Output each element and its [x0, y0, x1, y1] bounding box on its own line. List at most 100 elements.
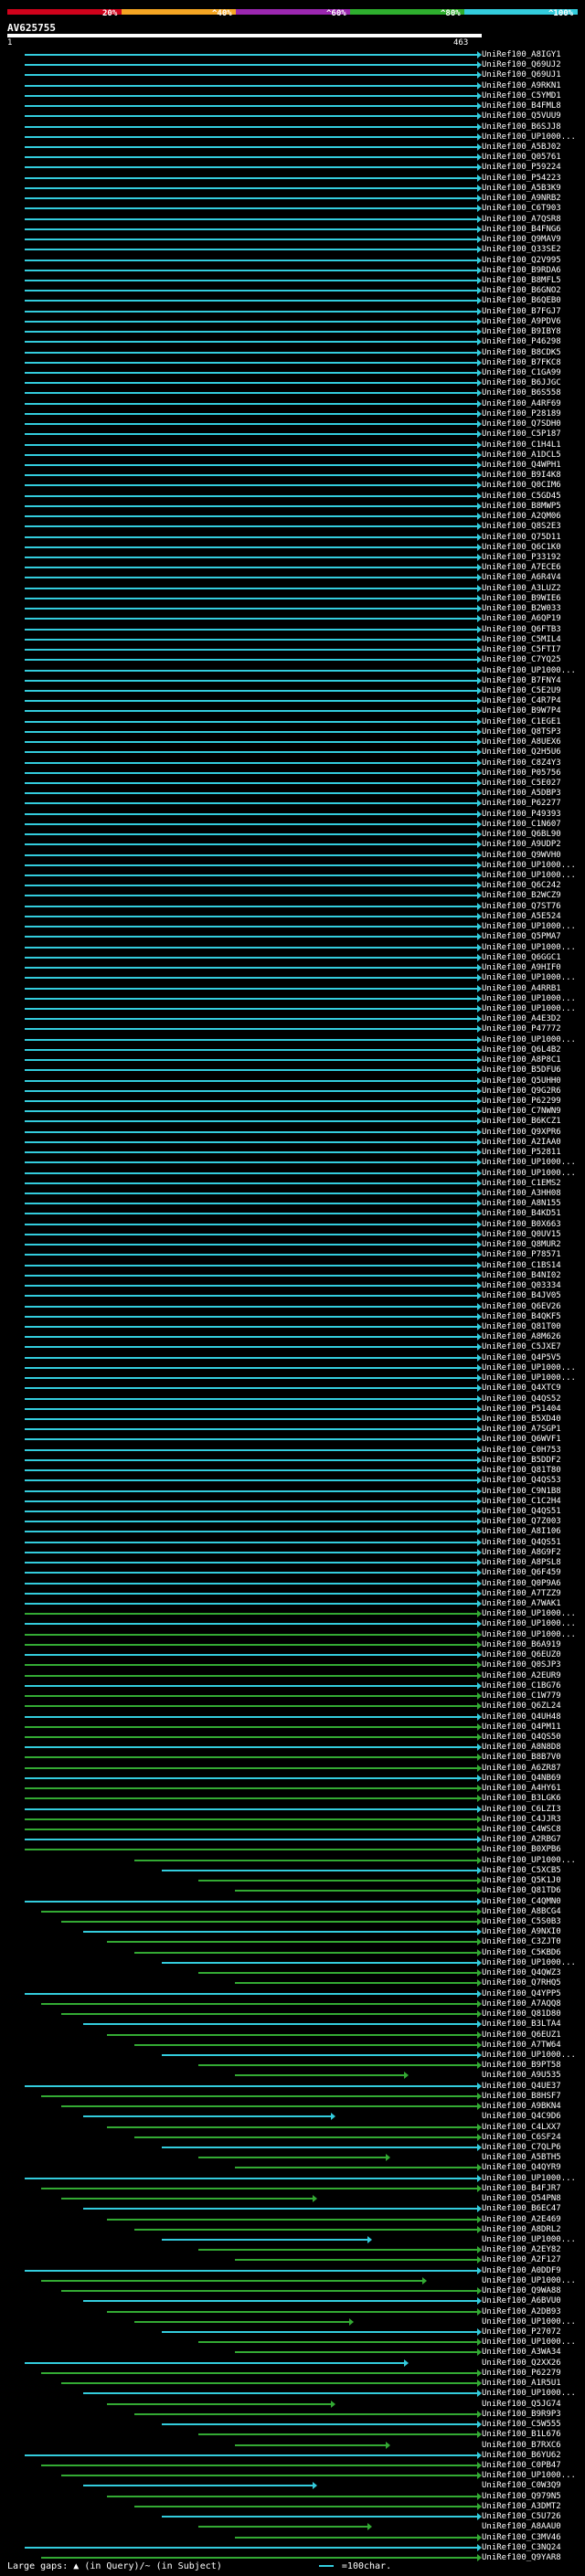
hit-label-link[interactable]: UniRef100_A2EUR9 — [482, 1672, 561, 1680]
hit-label-link[interactable]: UniRef100_C1W779 — [482, 1692, 561, 1701]
hit-label-link[interactable]: UniRef100_Q6C242 — [482, 882, 561, 890]
hit-label-link[interactable]: UniRef100_A8BCG4 — [482, 1908, 561, 1916]
hit-label-link[interactable]: UniRef100_Q4NB69 — [482, 1775, 561, 1783]
hit-label-link[interactable]: UniRef100_C5XCB5 — [482, 1867, 561, 1875]
hit-label-link[interactable]: UniRef100_Q9G2R6 — [482, 1087, 561, 1096]
hit-label-link[interactable]: UniRef100_A9NXI0 — [482, 1928, 561, 1936]
hit-label-link[interactable]: UniRef100_Q6BL90 — [482, 831, 561, 839]
hit-label-link[interactable]: UniRef100_A8AAU0 — [482, 2523, 561, 2531]
hit-label-link[interactable]: UniRef100_C3ZJT0 — [482, 1938, 561, 1946]
hit-label-link[interactable]: UniRef100_B9W7P4 — [482, 707, 561, 716]
hit-label-link[interactable]: UniRef100_Q9YAR8 — [482, 2554, 561, 2562]
hit-label-link[interactable]: UniRef100_Q4XTC9 — [482, 1384, 561, 1393]
hit-label-link[interactable]: UniRef100_A1DCL5 — [482, 451, 561, 460]
hit-label-link[interactable]: UniRef100_A2IAA0 — [482, 1139, 561, 1147]
hit-label-link[interactable]: UniRef100_UP1000... — [482, 1374, 576, 1383]
hit-label-link[interactable]: UniRef100_A6QP19 — [482, 615, 561, 623]
hit-label-link[interactable]: UniRef100_UP1000... — [482, 2175, 576, 2183]
hit-label-link[interactable]: UniRef100_Q7Z003 — [482, 1518, 561, 1526]
hit-label-link[interactable]: UniRef100_UP1000... — [482, 1364, 576, 1373]
hit-label-link[interactable]: UniRef100_Q0CIM6 — [482, 482, 561, 490]
hit-label-link[interactable]: UniRef100_Q81D80 — [482, 2010, 561, 2019]
hit-label-link[interactable]: UniRef100_B0XPB6 — [482, 1846, 561, 1854]
hit-label-link[interactable]: UniRef100_Q5JG74 — [482, 2401, 561, 2409]
hit-label-link[interactable]: UniRef100_Q6C1K0 — [482, 544, 561, 552]
hit-label-link[interactable]: UniRef100_P51404 — [482, 1405, 561, 1414]
hit-label-link[interactable]: UniRef100_C5YMD1 — [482, 92, 561, 101]
hit-label-link[interactable]: UniRef100_UP1000... — [482, 1159, 576, 1167]
hit-label-link[interactable]: UniRef100_UP1000... — [482, 2318, 576, 2327]
hit-label-link[interactable]: UniRef100_Q4QS52 — [482, 1395, 561, 1404]
hit-label-link[interactable]: UniRef100_A5BTH5 — [482, 2154, 561, 2162]
hit-label-link[interactable]: UniRef100_Q7RHQ5 — [482, 1979, 561, 1988]
hit-label-link[interactable]: UniRef100_A0DDF9 — [482, 2267, 561, 2275]
hit-label-link[interactable]: UniRef100_UP1000... — [482, 1170, 576, 1178]
hit-label-link[interactable]: UniRef100_B8MWP5 — [482, 503, 561, 511]
hit-label-link[interactable]: UniRef100_Q75D11 — [482, 534, 561, 542]
hit-label-link[interactable]: UniRef100_B6SJJ8 — [482, 123, 561, 132]
hit-label-link[interactable]: UniRef100_Q81T80 — [482, 1467, 561, 1475]
hit-label-link[interactable]: UniRef100_Q6WVF1 — [482, 1436, 561, 1444]
hit-label-link[interactable]: UniRef100_A3LUZ2 — [482, 585, 561, 593]
hit-label-link[interactable]: UniRef100_A7AQQ8 — [482, 2000, 561, 2009]
hit-label-link[interactable]: UniRef100_Q4UE37 — [482, 2083, 561, 2091]
hit-label-link[interactable]: UniRef100_C5MIL4 — [482, 636, 561, 644]
hit-label-link[interactable]: UniRef100_B4KD51 — [482, 1210, 561, 1218]
hit-label-link[interactable]: UniRef100_C4WSC8 — [482, 1826, 561, 1834]
hit-label-link[interactable]: UniRef100_A2QM06 — [482, 513, 561, 521]
hit-label-link[interactable]: UniRef100_B9I4K8 — [482, 472, 561, 480]
hit-label-link[interactable]: UniRef100_Q4QYR9 — [482, 2164, 561, 2172]
hit-label-link[interactable]: UniRef100_C4QMN0 — [482, 1898, 561, 1906]
hit-label-link[interactable]: UniRef100_Q4UH48 — [482, 1713, 561, 1722]
hit-label-link[interactable]: UniRef100_Q4QS51 — [482, 1539, 561, 1547]
hit-label-link[interactable]: UniRef100_B5XD40 — [482, 1415, 561, 1424]
hit-label-link[interactable]: UniRef100_A4HY61 — [482, 1785, 561, 1793]
hit-label-link[interactable]: UniRef100_B7FGJ7 — [482, 308, 561, 316]
hit-label-link[interactable]: UniRef100_C1N607 — [482, 821, 561, 829]
hit-label-link[interactable]: UniRef100_A9RKN1 — [482, 82, 561, 90]
hit-label-link[interactable]: UniRef100_C1BS14 — [482, 1262, 561, 1270]
hit-label-link[interactable]: UniRef100_C0H753 — [482, 1447, 561, 1455]
hit-label-link[interactable]: UniRef100_B6YU62 — [482, 2452, 561, 2460]
hit-label-link[interactable]: UniRef100_C6T903 — [482, 205, 561, 213]
hit-label-link[interactable]: UniRef100_UP1000... — [482, 862, 576, 870]
hit-label-link[interactable]: UniRef100_C1H4L1 — [482, 441, 561, 450]
hit-label-link[interactable]: UniRef100_P62279 — [482, 2369, 561, 2378]
hit-label-link[interactable]: UniRef100_P46298 — [482, 338, 561, 346]
hit-label-link[interactable]: UniRef100_A9UDP2 — [482, 841, 561, 849]
hit-label-link[interactable]: UniRef100_UP1000... — [482, 974, 576, 982]
hit-label-link[interactable]: UniRef100_A7TZZ9 — [482, 1590, 561, 1598]
hit-label-link[interactable]: UniRef100_Q4WPH1 — [482, 461, 561, 470]
hit-label-link[interactable]: UniRef100_B3LGK6 — [482, 1795, 561, 1803]
hit-label-link[interactable]: UniRef100_Q6L4B2 — [482, 1046, 561, 1055]
hit-label-link[interactable]: UniRef100_UP1000... — [482, 1959, 576, 1967]
hit-label-link[interactable]: UniRef100_A8N155 — [482, 1200, 561, 1208]
hit-label-link[interactable]: UniRef100_UP1000... — [482, 2338, 576, 2347]
hit-label-link[interactable]: UniRef100_A7WAK1 — [482, 1600, 561, 1608]
hit-label-link[interactable]: UniRef100_A8IGY1 — [482, 51, 561, 59]
hit-label-link[interactable]: UniRef100_Q03334 — [482, 1282, 561, 1290]
hit-label-link[interactable]: UniRef100_Q05761 — [482, 154, 561, 162]
hit-label-link[interactable]: UniRef100_B2W033 — [482, 605, 561, 613]
hit-label-link[interactable]: UniRef100_Q5VUU9 — [482, 112, 561, 121]
hit-label-link[interactable]: UniRef100_Q2XX26 — [482, 2359, 561, 2368]
hit-label-link[interactable]: UniRef100_A9HIF0 — [482, 964, 561, 972]
hit-label-link[interactable]: UniRef100_Q9MAV9 — [482, 236, 561, 244]
hit-label-link[interactable]: UniRef100_A5B3K9 — [482, 185, 561, 193]
hit-label-link[interactable]: UniRef100_UP1000... — [482, 1857, 576, 1865]
hit-label-link[interactable]: UniRef100_C5E2U9 — [482, 687, 561, 695]
hit-label-link[interactable]: UniRef100_A2E469 — [482, 2216, 561, 2224]
hit-label-link[interactable]: UniRef100_Q8S2E3 — [482, 523, 561, 531]
hit-label-link[interactable]: UniRef100_C1EMS2 — [482, 1180, 561, 1188]
hit-label-link[interactable]: UniRef100_C5E027 — [482, 779, 561, 788]
hit-label-link[interactable]: UniRef100_A8G9F2 — [482, 1549, 561, 1557]
hit-label-link[interactable]: UniRef100_A9BKN4 — [482, 2103, 561, 2111]
hit-label-link[interactable]: UniRef100_C5S0B3 — [482, 1918, 561, 1926]
hit-label-link[interactable]: UniRef100_B4FJR7 — [482, 2185, 561, 2193]
hit-label-link[interactable]: UniRef100_B8HSF7 — [482, 2093, 561, 2101]
hit-label-link[interactable]: UniRef100_A3HH08 — [482, 1190, 561, 1198]
hit-label-link[interactable]: UniRef100_Q4QS53 — [482, 1477, 561, 1485]
hit-label-link[interactable]: UniRef100_A8N8D8 — [482, 1744, 561, 1752]
hit-label-link[interactable]: UniRef100_UP1000... — [482, 2390, 576, 2398]
hit-label-link[interactable]: UniRef100_C9N1B8 — [482, 1488, 561, 1496]
